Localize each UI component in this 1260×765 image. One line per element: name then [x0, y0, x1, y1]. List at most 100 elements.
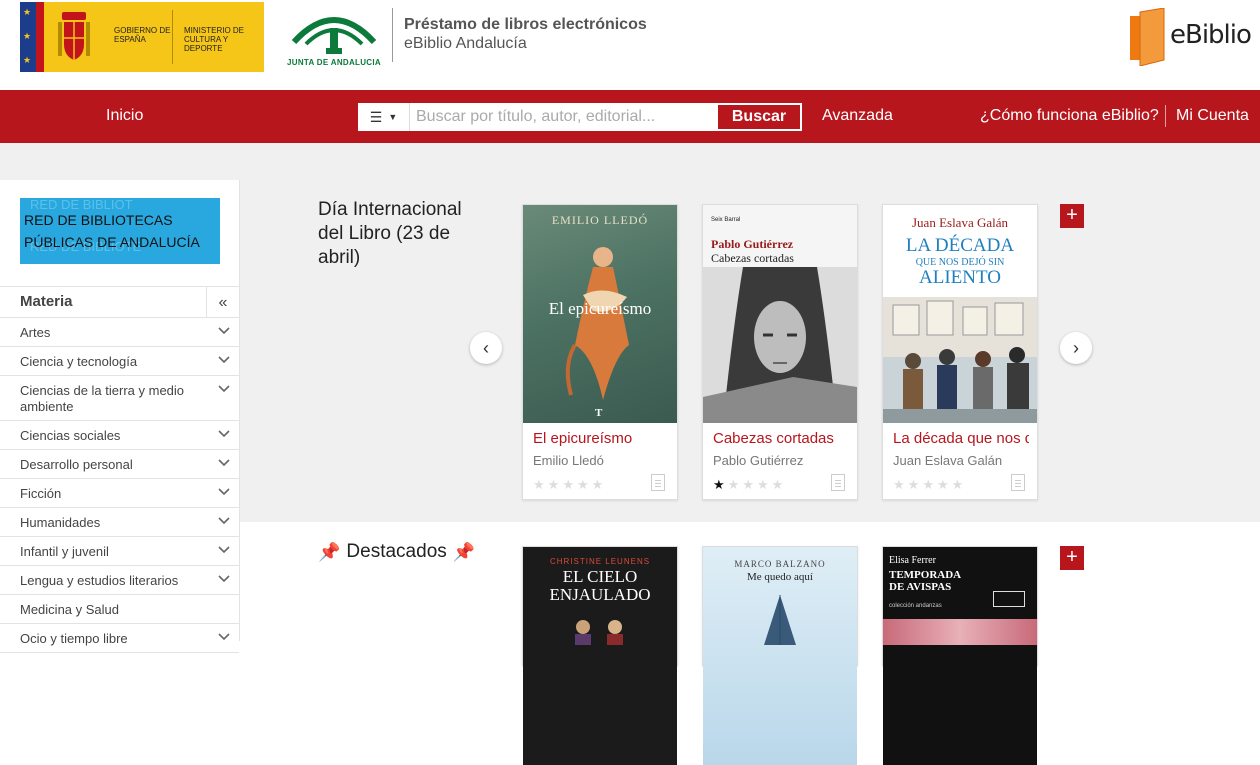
cover-title: Me quedo aquí	[747, 571, 813, 583]
list-icon: ☰	[369, 108, 383, 125]
category-label: Ficción	[20, 486, 62, 501]
category-item[interactable]: Ficción	[0, 479, 239, 508]
materia-title: Materia	[20, 293, 73, 310]
section-add-button[interactable]: +	[1060, 546, 1084, 570]
cover-figure-illustration	[565, 247, 629, 400]
book-cover[interactable]: Juan Eslava Galán LA DÉCADA QUE NOS DEJÓ…	[883, 205, 1037, 423]
cover-steeple-illustration	[764, 595, 796, 645]
cover-collection: colección andanzas	[889, 603, 942, 609]
section-add-button[interactable]: +	[1060, 204, 1084, 228]
cover-author: Pablo Gutiérrez	[711, 237, 794, 251]
search-filter-dropdown[interactable]: ☰ ▼	[358, 103, 410, 131]
category-item[interactable]: Medicina y Salud	[0, 595, 239, 624]
chevron-down-icon	[218, 488, 230, 496]
carousel-destacados: 📌 Destacados 📌 CHRISTINE LEUNENS EL CIEL…	[240, 522, 1260, 765]
book-cover[interactable]: Elisa Ferrer TEMPORADA DE AVISPAS colecc…	[883, 547, 1037, 765]
book-card[interactable]: Juan Eslava Galán LA DÉCADA QUE NOS DEJÓ…	[882, 204, 1038, 500]
cover-title-line2: ENJAULADO	[549, 585, 651, 604]
book-title-link[interactable]: El epicureísmo	[533, 430, 669, 447]
category-label: Ciencias de la tierra y medio ambiente	[20, 383, 185, 414]
category-item[interactable]: Ciencias sociales	[0, 421, 239, 450]
caret-down-icon: ▼	[388, 112, 398, 122]
book-cover[interactable]: CHRISTINE LEUNENS EL CIELO ENJAULADO	[523, 547, 677, 765]
gov-text-gobierno: Gobierno de España	[114, 26, 171, 44]
site-title: Préstamo de libros electrónicos	[404, 16, 647, 33]
junta-arch-icon	[291, 17, 377, 54]
nav-how-it-works-link[interactable]: ¿Cómo funciona eBiblio?	[980, 107, 1159, 125]
cover-title-line1: EL CIELO	[562, 567, 638, 586]
star-rating[interactable]: ★★★★★	[533, 477, 606, 493]
book-author: Pablo Gutiérrez	[713, 453, 804, 468]
pushpin-icon: 📌	[318, 542, 341, 562]
nav-my-account-link[interactable]: Mi Cuenta	[1176, 107, 1249, 125]
junta-text: JUNTA DE ANDALUCIA	[287, 58, 381, 67]
book-card[interactable]: MARCO BALZANO Me quedo aquí	[702, 546, 858, 765]
cover-crowd-photo	[883, 297, 1037, 423]
chevron-down-icon	[218, 517, 230, 525]
cover-title: El epicureísmo	[548, 299, 652, 318]
cover-author: MARCO BALZANO	[734, 559, 826, 569]
book-card[interactable]: CHRISTINE LEUNENS EL CIELO ENJAULADO	[522, 546, 678, 765]
book-card[interactable]: EMILIO LLEDÓ El epicureísmo T El epicure…	[522, 204, 678, 500]
search-input[interactable]	[410, 104, 717, 130]
category-item[interactable]: Desarrollo personal	[0, 450, 239, 479]
site-subtitle: eBiblio Andalucía	[404, 35, 527, 52]
category-label: Humanidades	[20, 515, 101, 530]
category-list: Artes Ciencia y tecnología Ciencias de l…	[0, 318, 239, 653]
subheader-bar	[0, 143, 1260, 180]
carousel-prev-button[interactable]: ‹	[470, 332, 502, 364]
publisher-logo	[993, 591, 1025, 607]
cover-title-line3: ALIENTO	[919, 267, 1001, 288]
category-item[interactable]: Ciencias de la tierra y medio ambiente	[0, 376, 239, 421]
book-cover[interactable]: EMILIO LLEDÓ El epicureísmo T	[523, 205, 677, 423]
banner-line-1: RED DE BIBLIOTECAS	[24, 212, 173, 228]
ebiblio-wordmark: eBiblio	[1170, 20, 1252, 50]
nav-home-link[interactable]: Inicio	[106, 107, 143, 125]
main-content: Día Internacional del Libro (23 de abril…	[240, 180, 1260, 765]
category-item[interactable]: Ciencia y tecnología	[0, 347, 239, 376]
book-title-link[interactable]: La década que nos dejó sin aliento	[893, 430, 1029, 447]
cover-author: Juan Eslava Galán	[911, 215, 1009, 230]
book-title-link[interactable]: Cabezas cortadas	[713, 430, 849, 447]
category-item[interactable]: Infantil y juvenil	[0, 537, 239, 566]
category-label: Ciencias sociales	[20, 428, 121, 443]
section-title: Día Internacional del Libro (23 de abril…	[318, 199, 462, 268]
collapse-sidebar-button[interactable]: «	[206, 287, 239, 318]
main-nav: Inicio ☰ ▼ Buscar Avanzada ¿Cómo funcion…	[0, 90, 1260, 143]
category-label: Desarrollo personal	[20, 457, 133, 472]
gobierno-espana-logo[interactable]: ★ ★ ★ Gobierno de España Ministerio de C…	[20, 2, 264, 72]
cover-author: CHRISTINE LEUNENS	[549, 557, 651, 566]
star-rating[interactable]: ★★★★★	[893, 477, 966, 493]
category-label: Artes	[20, 325, 51, 340]
book-cover[interactable]: Seix Barral Pablo Gutiérrez Cabezas cort…	[703, 205, 857, 423]
category-item[interactable]: Lengua y estudios literarios	[0, 566, 239, 595]
cover-author: EMILIO LLEDÓ	[551, 213, 649, 227]
star-rating[interactable]: ★★★★★	[713, 477, 786, 493]
nav-advanced-search-link[interactable]: Avanzada	[822, 107, 893, 125]
category-item[interactable]: Humanidades	[0, 508, 239, 537]
book-cover[interactable]: MARCO BALZANO Me quedo aquí	[703, 547, 857, 765]
coat-of-arms-icon	[58, 12, 90, 60]
chevron-right-icon: ›	[1073, 337, 1079, 358]
category-label: Ciencia y tecnología	[20, 354, 138, 369]
cover-title-line2: DE AVISPAS	[889, 581, 952, 593]
chevron-down-icon	[218, 575, 230, 583]
category-item[interactable]: Ocio y tiempo libre	[0, 624, 239, 653]
book-card[interactable]: Seix Barral Pablo Gutiérrez Cabezas cort…	[702, 204, 858, 500]
category-label: Medicina y Salud	[20, 602, 119, 617]
chevron-down-icon	[218, 459, 230, 467]
carousel-next-button[interactable]: ›	[1060, 332, 1092, 364]
junta-andalucia-logo[interactable]: JUNTA DE ANDALUCIA	[286, 4, 382, 70]
category-label: Infantil y juvenil	[20, 544, 109, 559]
banner-line-2: PÚBLICAS DE ANDALUCÍA	[24, 234, 200, 250]
ebiblio-logo[interactable]: eBiblio	[1130, 6, 1252, 66]
carousel-dia-del-libro: Día Internacional del Libro (23 de abril…	[240, 180, 1260, 522]
red-bibliotecas-banner[interactable]: RED DE BIBLIOT RED DE BIBLIOTE RED DE BIB…	[20, 198, 220, 264]
category-item[interactable]: Artes	[0, 318, 239, 347]
book-card[interactable]: Elisa Ferrer TEMPORADA DE AVISPAS colecc…	[882, 546, 1038, 765]
cover-image-strip	[883, 619, 1037, 645]
sidebar: RED DE BIBLIOT RED DE BIBLIOTE RED DE BIB…	[0, 180, 240, 653]
category-label: Lengua y estudios literarios	[20, 573, 179, 588]
search-button[interactable]: Buscar	[717, 104, 801, 130]
chevron-down-icon	[218, 356, 230, 364]
